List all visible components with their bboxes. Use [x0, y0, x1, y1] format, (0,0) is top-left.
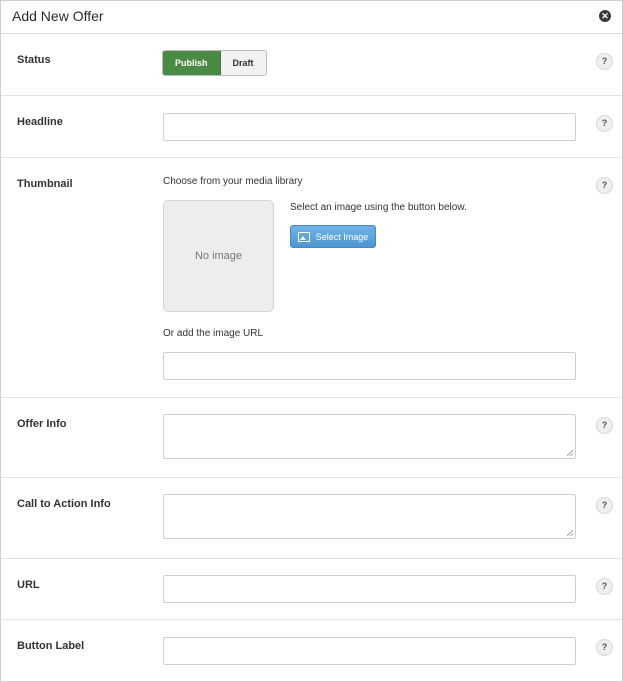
publish-button[interactable]: Publish	[163, 51, 221, 75]
help-icon[interactable]: ?	[596, 578, 613, 595]
button-label-input[interactable]	[163, 637, 576, 665]
help-icon[interactable]: ?	[596, 497, 613, 514]
button-label-row: Button Label ?	[1, 620, 622, 680]
thumbnail-row: Thumbnail Choose from your media library…	[1, 158, 622, 398]
image-preview: No image	[163, 200, 274, 312]
image-url-input[interactable]	[163, 352, 576, 380]
no-image-text: No image	[194, 250, 243, 262]
status-row: Status Publish Draft ?	[1, 34, 622, 96]
image-icon	[297, 231, 310, 242]
status-toggle: Publish Draft	[162, 50, 267, 76]
status-label: Status	[17, 54, 51, 66]
help-icon[interactable]: ?	[596, 417, 613, 434]
cta-info-textarea[interactable]	[163, 494, 576, 539]
close-icon[interactable]: ✕	[599, 10, 611, 22]
headline-input[interactable]	[163, 113, 576, 141]
resize-handle[interactable]	[567, 450, 573, 456]
select-image-label: Select Image	[315, 231, 369, 242]
image-url-label: Or add the image URL	[163, 328, 264, 339]
button-label-label: Button Label	[17, 640, 85, 652]
headline-row: Headline ?	[1, 96, 622, 158]
help-icon[interactable]: ?	[596, 115, 613, 132]
select-image-button[interactable]: Select Image	[290, 225, 376, 248]
offer-info-label: Offer Info	[17, 418, 67, 430]
thumbnail-label: Thumbnail	[17, 178, 73, 190]
add-offer-dialog: Add New Offer ✕ Status Publish Draft ? H…	[0, 0, 623, 682]
offer-info-textarea[interactable]	[163, 414, 576, 459]
resize-handle[interactable]	[567, 530, 573, 536]
cta-info-label: Call to Action Info	[17, 498, 111, 510]
help-icon[interactable]: ?	[596, 177, 613, 194]
draft-button[interactable]: Draft	[220, 51, 266, 75]
url-label: URL	[17, 579, 40, 591]
select-hint-text: Select an image using the button below.	[290, 202, 467, 213]
dialog-title: Add New Offer	[12, 8, 104, 24]
url-row: URL ?	[1, 559, 622, 620]
offer-info-row: Offer Info ?	[1, 398, 622, 478]
media-library-text: Choose from your media library	[163, 176, 303, 187]
help-icon[interactable]: ?	[596, 53, 613, 70]
help-icon[interactable]: ?	[596, 639, 613, 656]
cta-info-row: Call to Action Info ?	[1, 478, 622, 559]
headline-label: Headline	[17, 116, 63, 128]
url-input[interactable]	[163, 575, 576, 603]
dialog-header: Add New Offer ✕	[1, 1, 622, 34]
